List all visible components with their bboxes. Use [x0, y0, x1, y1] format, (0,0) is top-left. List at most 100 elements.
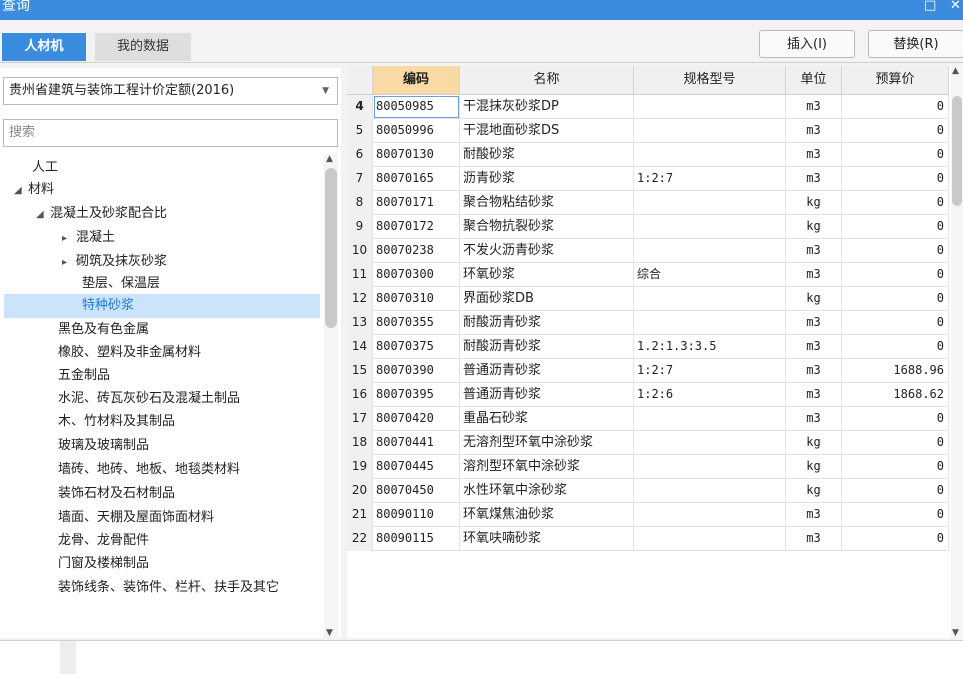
table-row[interactable]: 15 80070390 普通沥青砂浆 1:2:7 m3 1688.96 — [347, 359, 949, 383]
cell-name[interactable]: 耐酸沥青砂浆 — [460, 311, 634, 335]
cell-spec[interactable] — [634, 119, 786, 143]
cell-price[interactable]: 0 — [842, 431, 949, 455]
column-header-spec[interactable]: 规格型号 — [634, 66, 786, 94]
cell-code[interactable]: 80070172 — [373, 215, 460, 239]
cell-code[interactable]: 80050985 — [373, 95, 460, 119]
cell-unit[interactable]: m3 — [786, 359, 842, 383]
table-row[interactable]: 18 80070441 无溶剂型环氧中涂砂浆 kg 0 — [347, 431, 949, 455]
cell-spec[interactable] — [634, 143, 786, 167]
cell-name[interactable]: 环氧砂浆 — [460, 263, 634, 287]
cell-price[interactable]: 0 — [842, 263, 949, 287]
cell-spec[interactable] — [634, 407, 786, 431]
table-row[interactable]: 13 80070355 耐酸沥青砂浆 m3 0 — [347, 311, 949, 335]
cell-code[interactable]: 80070171 — [373, 191, 460, 215]
cell-name[interactable]: 耐酸沥青砂浆 — [460, 335, 634, 359]
cell-price[interactable]: 0 — [842, 239, 949, 263]
tree-item[interactable]: 龙骨、龙骨配件 — [58, 529, 149, 553]
cell-code[interactable]: 80070130 — [373, 143, 460, 167]
scroll-down-icon[interactable]: ▼ — [326, 628, 333, 638]
cell-spec[interactable] — [634, 455, 786, 479]
cell-name[interactable]: 耐酸砂浆 — [460, 143, 634, 167]
cell-spec[interactable] — [634, 95, 786, 119]
caret-expanded-icon[interactable]: ◢ — [14, 179, 28, 203]
tree-item[interactable]: ▸ 混凝土 — [62, 226, 115, 250]
cell-price[interactable]: 0 — [842, 191, 949, 215]
cell-unit[interactable]: m3 — [786, 383, 842, 407]
column-header-unit[interactable]: 单位 — [786, 66, 842, 94]
table-row[interactable]: 22 80090115 环氧呋喃砂浆 m3 0 — [347, 527, 949, 551]
cell-price[interactable]: 0 — [842, 407, 949, 431]
cell-spec[interactable]: 1:2:6 — [634, 383, 786, 407]
table-row[interactable]: 5 80050996 干混地面砂浆DS m3 0 — [347, 119, 949, 143]
tree-item[interactable]: 黑色及有色金属 — [58, 318, 149, 342]
chevron-down-icon[interactable]: ▼ — [322, 78, 329, 104]
cell-unit[interactable]: m3 — [786, 335, 842, 359]
cell-price[interactable]: 0 — [842, 335, 949, 359]
tree-item[interactable]: 水泥、砖瓦灰砂石及混凝土制品 — [58, 387, 240, 411]
cell-price[interactable]: 0 — [842, 143, 949, 167]
cell-unit[interactable]: kg — [786, 479, 842, 503]
cell-spec[interactable]: 1:2:7 — [634, 167, 786, 191]
table-row[interactable]: 16 80070395 普通沥青砂浆 1:2:6 m3 1868.62 — [347, 383, 949, 407]
cell-unit[interactable]: m3 — [786, 119, 842, 143]
tree-item[interactable]: 橡胶、塑料及非金属材料 — [58, 341, 201, 365]
tree-item[interactable]: 装饰石材及石材制品 — [58, 482, 175, 506]
close-icon[interactable]: ✕ — [950, 0, 961, 15]
cell-unit[interactable]: m3 — [786, 407, 842, 431]
tree-item[interactable]: 门窗及楼梯制品 — [58, 552, 149, 576]
cell-code[interactable]: 80070390 — [373, 359, 460, 383]
cell-unit[interactable]: m3 — [786, 239, 842, 263]
cell-code[interactable]: 80090110 — [373, 503, 460, 527]
cell-unit[interactable]: m3 — [786, 503, 842, 527]
tree-item[interactable]: 垫层、保温层 — [82, 272, 160, 296]
scroll-up-icon[interactable]: ▲ — [326, 154, 333, 164]
table-row[interactable]: 14 80070375 耐酸沥青砂浆 1.2:1.3:3.5 m3 0 — [347, 335, 949, 359]
cell-price[interactable]: 1868.62 — [842, 383, 949, 407]
cell-unit[interactable]: m3 — [786, 311, 842, 335]
cell-name[interactable]: 界面砂浆DB — [460, 287, 634, 311]
cell-name[interactable]: 普通沥青砂浆 — [460, 359, 634, 383]
tree-item[interactable]: 五金制品 — [58, 364, 110, 388]
tree-item[interactable]: ▸ 砌筑及抹灰砂浆 — [62, 250, 167, 274]
cell-name[interactable]: 重晶石砂浆 — [460, 407, 634, 431]
cell-price[interactable]: 0 — [842, 119, 949, 143]
cell-spec[interactable] — [634, 287, 786, 311]
cell-code[interactable]: 80070238 — [373, 239, 460, 263]
cell-unit[interactable]: m3 — [786, 167, 842, 191]
cell-spec[interactable] — [634, 503, 786, 527]
cell-unit[interactable]: kg — [786, 287, 842, 311]
scroll-thumb[interactable] — [325, 168, 337, 328]
table-row[interactable]: 11 80070300 环氧砂浆 综合 m3 0 — [347, 263, 949, 287]
tree-item[interactable]: 墙面、天棚及屋面饰面材料 — [58, 506, 214, 530]
table-row[interactable]: 21 80090110 环氧煤焦油砂浆 m3 0 — [347, 503, 949, 527]
table-row[interactable]: 6 80070130 耐酸砂浆 m3 0 — [347, 143, 949, 167]
cell-code[interactable]: 80070420 — [373, 407, 460, 431]
table-row[interactable]: 8 80070171 聚合物粘结砂浆 kg 0 — [347, 191, 949, 215]
cell-name[interactable]: 干混地面砂浆DS — [460, 119, 634, 143]
table-row[interactable]: 17 80070420 重晶石砂浆 m3 0 — [347, 407, 949, 431]
table-row[interactable]: 12 80070310 界面砂浆DB kg 0 — [347, 287, 949, 311]
cell-spec[interactable]: 1:2:7 — [634, 359, 786, 383]
column-header-price[interactable]: 预算价 — [842, 66, 949, 94]
insert-button[interactable]: 插入(I) — [759, 30, 855, 58]
column-header-name[interactable]: 名称 — [460, 66, 634, 94]
cell-spec[interactable] — [634, 311, 786, 335]
tab-materials[interactable]: 人材机 — [2, 33, 86, 61]
table-scrollbar[interactable]: ▲ ▼ — [951, 66, 963, 638]
tree-item-selected[interactable]: 特种砂浆 — [4, 294, 320, 318]
cell-code[interactable]: 80070395 — [373, 383, 460, 407]
scroll-thumb[interactable] — [952, 96, 962, 206]
table-row[interactable]: 7 80070165 沥青砂浆 1:2:7 m3 0 — [347, 167, 949, 191]
cell-price[interactable]: 0 — [842, 503, 949, 527]
cell-unit[interactable]: m3 — [786, 95, 842, 119]
table-row[interactable]: 19 80070445 溶剂型环氧中涂砂浆 kg 0 — [347, 455, 949, 479]
cell-name[interactable]: 不发火沥青砂浆 — [460, 239, 634, 263]
table-row[interactable]: 20 80070450 水性环氧中涂砂浆 kg 0 — [347, 479, 949, 503]
cell-unit[interactable]: kg — [786, 431, 842, 455]
cell-spec[interactable]: 综合 — [634, 263, 786, 287]
cell-spec[interactable] — [634, 431, 786, 455]
cell-code[interactable]: 80070445 — [373, 455, 460, 479]
scroll-up-icon[interactable]: ▲ — [952, 66, 959, 76]
tree-item[interactable]: 墙砖、地砖、地板、地毯类材料 — [58, 458, 240, 482]
cell-price[interactable]: 0 — [842, 287, 949, 311]
